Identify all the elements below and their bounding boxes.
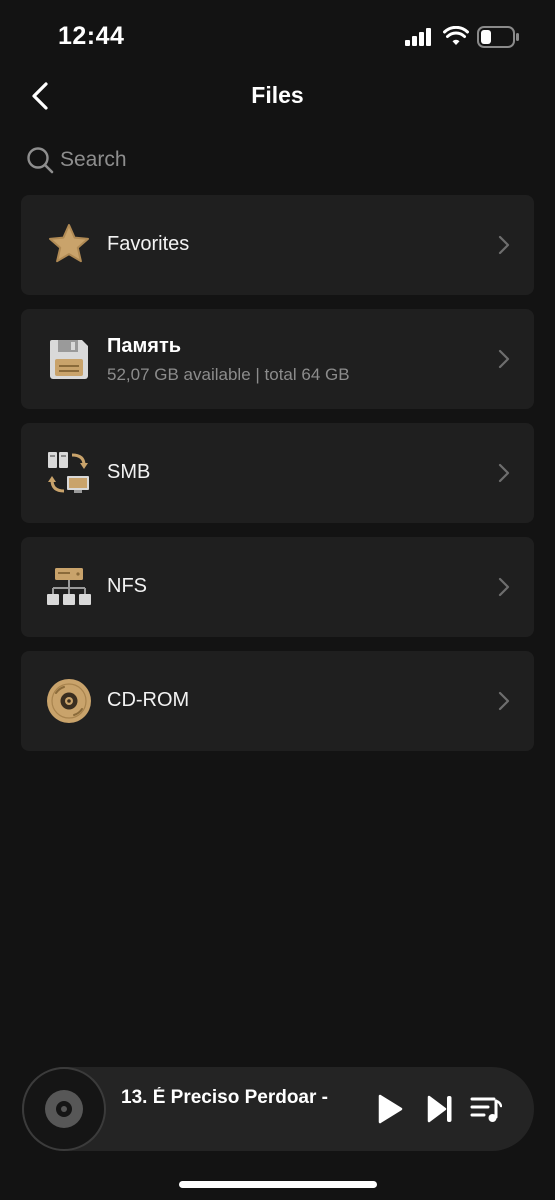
search-icon <box>27 147 54 174</box>
nfs-label: NFS <box>107 575 147 597</box>
list-item-cdrom[interactable]: CD-ROM <box>21 651 534 751</box>
list-item-smb[interactable]: SMB <box>21 423 534 523</box>
memory-label: Память <box>107 335 182 357</box>
queue-icon[interactable] <box>470 1095 502 1125</box>
sources-list: Favorites Память 52,07 GB available | to… <box>21 195 534 765</box>
network-tree-icon <box>47 568 91 605</box>
list-item-favorites[interactable]: Favorites <box>21 195 534 295</box>
chevron-right-icon <box>498 463 510 483</box>
now-playing-title[interactable]: 13. É Preciso Perdoar - <box>121 1087 337 1109</box>
favorites-label: Favorites <box>107 233 190 255</box>
chevron-right-icon <box>498 349 510 369</box>
search-placeholder: Search <box>60 148 127 171</box>
status-time: 12:44 <box>58 22 125 50</box>
status-bar: 12:44 <box>0 0 555 70</box>
search-input[interactable]: Search <box>26 144 127 176</box>
next-track-icon[interactable] <box>426 1094 454 1124</box>
signal-icon <box>405 28 431 46</box>
memory-storage-info: 52,07 GB available | total 64 GB <box>107 365 350 384</box>
network-share-icon <box>48 452 89 493</box>
list-item-memory[interactable]: Память 52,07 GB available | total 64 GB <box>21 309 534 409</box>
battery-icon <box>477 26 519 48</box>
chevron-right-icon <box>498 235 510 255</box>
cdrom-label: CD-ROM <box>107 689 190 711</box>
cd-disc-icon <box>47 679 91 723</box>
home-indicator[interactable] <box>179 1181 377 1188</box>
wifi-icon <box>443 26 469 45</box>
chevron-right-icon <box>498 577 510 597</box>
mini-player[interactable]: 13. É Preciso Perdoar - <box>22 1067 534 1151</box>
play-icon[interactable] <box>376 1093 404 1125</box>
list-item-nfs[interactable]: NFS <box>21 537 534 637</box>
vinyl-disc-icon[interactable] <box>22 1067 106 1151</box>
page-title: Files <box>251 82 304 108</box>
star-icon <box>49 224 89 263</box>
floppy-disk-icon <box>50 340 88 379</box>
smb-label: SMB <box>107 461 151 483</box>
chevron-right-icon <box>498 691 510 711</box>
